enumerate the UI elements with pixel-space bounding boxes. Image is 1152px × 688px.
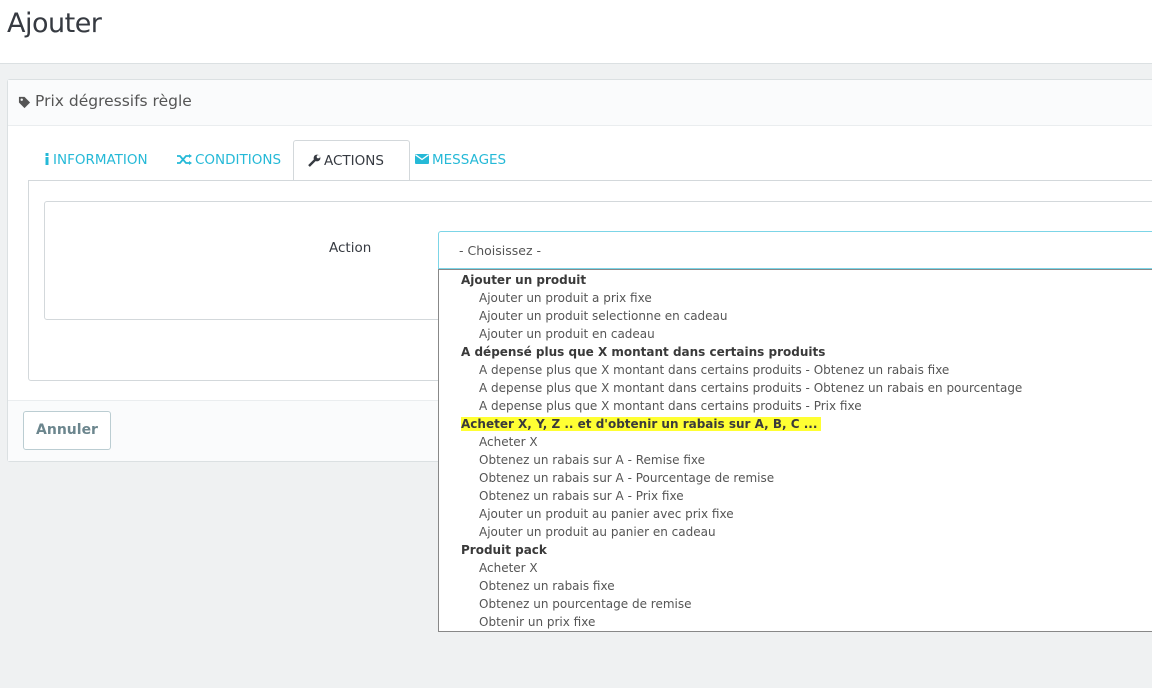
action-select-value: - Choisissez -	[459, 243, 542, 258]
dropdown-option[interactable]: Obtenez un rabais sur A - Remise fixe	[439, 451, 1152, 469]
panel-title: Prix dégressifs règle	[35, 92, 192, 110]
dropdown-option[interactable]: Ajouter un produit en cadeau	[439, 325, 1152, 343]
tag-icon	[18, 96, 31, 109]
optgroup-add-product: Ajouter un produit	[461, 273, 587, 287]
dropdown-option[interactable]: A depense plus que X montant dans certai…	[439, 379, 1152, 397]
tab-messages[interactable]: MESSAGES	[415, 140, 506, 181]
dropdown-option[interactable]: Obtenez un rabais fixe	[439, 577, 1152, 595]
dropdown-option[interactable]: Obtenez un pourcentage de remise	[439, 595, 1152, 613]
dropdown-option[interactable]: A depense plus que X montant dans certai…	[439, 397, 1152, 415]
optgroup-spent-amount: A dépensé plus que X montant dans certai…	[461, 345, 826, 359]
highlighted-group-label: Acheter X, Y, Z .. et d'obtenir un rabai…	[461, 417, 822, 431]
dropdown-option[interactable]: Ajouter un produit a prix fixe	[439, 289, 1152, 307]
info-icon	[45, 153, 49, 165]
tab-label: MESSAGES	[432, 152, 507, 168]
dropdown-options: Ajouter un produit Ajouter un produit a …	[439, 271, 1152, 631]
shuffle-icon	[177, 153, 192, 165]
tab-label: ACTIONS	[324, 153, 384, 169]
dropdown-option[interactable]: Ajouter un produit au panier avec prix f…	[439, 505, 1152, 523]
tab-actions[interactable]: ACTIONS	[293, 140, 410, 182]
tab-label: INFORMATION	[53, 152, 148, 168]
tab-information[interactable]: INFORMATION	[44, 140, 148, 181]
tab-bar: INFORMATION CONDITIONS ACTIONS MESSAGES	[28, 140, 1152, 182]
action-select[interactable]: - Choisissez -	[438, 231, 1152, 269]
envelope-icon	[415, 154, 429, 164]
dropdown-option[interactable]: Obtenir un prix fixe	[439, 613, 1152, 631]
tab-conditions[interactable]: CONDITIONS	[177, 140, 281, 181]
page-title: Ajouter	[7, 8, 102, 39]
panel-heading: Prix dégressifs règle	[8, 80, 1152, 126]
tab-label: CONDITIONS	[195, 152, 282, 168]
action-dropdown-list[interactable]: Ajouter un produit Ajouter un produit a …	[438, 269, 1152, 632]
dropdown-option[interactable]: Obtenez un rabais sur A - Pourcentage de…	[439, 469, 1152, 487]
dropdown-option[interactable]: Acheter X	[439, 433, 1152, 451]
dropdown-option[interactable]: Ajouter un produit au panier en cadeau	[439, 523, 1152, 541]
optgroup-buy-xyz: Acheter X, Y, Z .. et d'obtenir un rabai…	[439, 415, 1152, 433]
dropdown-option[interactable]: Acheter X	[439, 559, 1152, 577]
dropdown-option[interactable]: Ajouter un produit selectionne en cadeau	[439, 307, 1152, 325]
cancel-button[interactable]: Annuler	[23, 411, 111, 450]
action-label: Action	[329, 240, 372, 256]
dropdown-option[interactable]: A depense plus que X montant dans certai…	[439, 361, 1152, 379]
dropdown-option[interactable]: Obtenez un rabais sur A - Prix fixe	[439, 487, 1152, 505]
page-header: Ajouter	[0, 0, 1152, 64]
optgroup-product-pack: Produit pack	[461, 543, 547, 557]
wrench-icon	[308, 154, 321, 167]
